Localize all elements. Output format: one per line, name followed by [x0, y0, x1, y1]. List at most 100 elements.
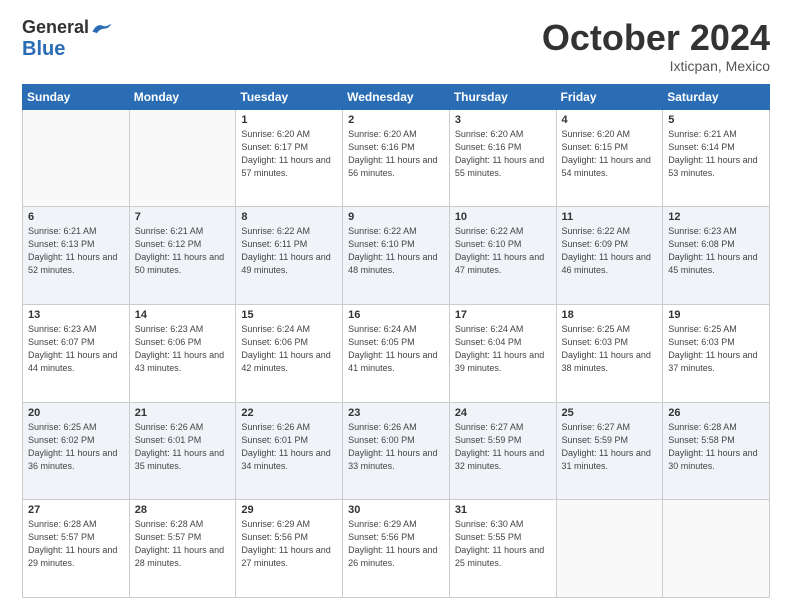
day-info: Sunrise: 6:22 AM Sunset: 6:10 PM Dayligh…	[348, 225, 444, 277]
day-info: Sunrise: 6:30 AM Sunset: 5:55 PM Dayligh…	[455, 518, 551, 570]
day-info: Sunrise: 6:22 AM Sunset: 6:09 PM Dayligh…	[562, 225, 658, 277]
calendar-day: 17Sunrise: 6:24 AM Sunset: 6:04 PM Dayli…	[449, 304, 556, 402]
calendar-day: 24 Sunrise: 6:27 AM Sunset: 5:59 PM Dayli…	[449, 402, 556, 500]
header: General Blue October 2024 Ixticpan, Mexi…	[22, 18, 770, 74]
calendar-day: 30 Sunrise: 6:29 AM Sunset: 5:56 PM Dayli…	[343, 500, 450, 598]
day-info: Sunrise: 6:23 AM Sunset: 6:06 PM Dayligh…	[135, 323, 231, 375]
col-wednesday: Wednesday	[343, 84, 450, 109]
calendar-day: 22Sunrise: 6:26 AM Sunset: 6:01 PM Dayli…	[236, 402, 343, 500]
col-tuesday: Tuesday	[236, 84, 343, 109]
day-number: 9	[348, 211, 444, 223]
day-number: 3	[455, 114, 551, 126]
day-number: 24	[455, 407, 551, 419]
calendar-day: 13 Sunrise: 6:23 AM Sunset: 6:07 PM Dayli…	[23, 304, 130, 402]
day-info: Sunrise: 6:21 AM Sunset: 6:14 PM Dayligh…	[668, 128, 764, 180]
calendar-day: 10 Sunrise: 6:22 AM Sunset: 6:10 PM Dayli…	[449, 207, 556, 305]
calendar-day: 15 Sunrise: 6:24 AM Sunset: 6:06 PM Dayli…	[236, 304, 343, 402]
day-info: Sunrise: 6:20 AM Sunset: 6:15 PM Dayligh…	[562, 128, 658, 180]
day-info: Sunrise: 6:20 AM Sunset: 6:17 PM Dayligh…	[241, 128, 337, 180]
day-info: Sunrise: 6:29 AM Sunset: 5:56 PM Dayligh…	[348, 518, 444, 570]
calendar-day: 8Sunrise: 6:22 AM Sunset: 6:11 PM Daylig…	[236, 207, 343, 305]
day-info: Sunrise: 6:24 AM Sunset: 6:05 PM Dayligh…	[348, 323, 444, 375]
calendar-day	[663, 500, 770, 598]
calendar-day: 29 Sunrise: 6:29 AM Sunset: 5:56 PM Dayli…	[236, 500, 343, 598]
day-info: Sunrise: 6:28 AM Sunset: 5:57 PM Dayligh…	[28, 518, 124, 570]
logo-text: General	[22, 18, 113, 38]
calendar-day: 7 Sunrise: 6:21 AM Sunset: 6:12 PM Daylig…	[129, 207, 236, 305]
calendar-day	[556, 500, 663, 598]
calendar-day: 21 Sunrise: 6:26 AM Sunset: 6:01 PM Dayli…	[129, 402, 236, 500]
calendar-week-row: 20 Sunrise: 6:25 AM Sunset: 6:02 PM Dayli…	[23, 402, 770, 500]
day-number: 7	[135, 211, 231, 223]
calendar-day: 16 Sunrise: 6:24 AM Sunset: 6:05 PM Dayli…	[343, 304, 450, 402]
calendar-day: 14 Sunrise: 6:23 AM Sunset: 6:06 PM Dayli…	[129, 304, 236, 402]
day-number: 31	[455, 504, 551, 516]
calendar-day: 18Sunrise: 6:25 AM Sunset: 6:03 PM Dayli…	[556, 304, 663, 402]
day-number: 21	[135, 407, 231, 419]
day-number: 19	[668, 309, 764, 321]
calendar-day: 19 Sunrise: 6:25 AM Sunset: 6:03 PM Dayli…	[663, 304, 770, 402]
col-saturday: Saturday	[663, 84, 770, 109]
calendar-day: 6 Sunrise: 6:21 AM Sunset: 6:13 PM Daylig…	[23, 207, 130, 305]
day-number: 30	[348, 504, 444, 516]
location: Ixticpan, Mexico	[542, 58, 770, 74]
title-block: October 2024 Ixticpan, Mexico	[542, 18, 770, 74]
day-info: Sunrise: 6:24 AM Sunset: 6:06 PM Dayligh…	[241, 323, 337, 375]
calendar-day: 3 Sunrise: 6:20 AM Sunset: 6:16 PM Daylig…	[449, 109, 556, 207]
day-number: 10	[455, 211, 551, 223]
calendar-day: 4Sunrise: 6:20 AM Sunset: 6:15 PM Daylig…	[556, 109, 663, 207]
col-thursday: Thursday	[449, 84, 556, 109]
calendar-day: 27 Sunrise: 6:28 AM Sunset: 5:57 PM Dayli…	[23, 500, 130, 598]
day-info: Sunrise: 6:25 AM Sunset: 6:02 PM Dayligh…	[28, 421, 124, 473]
day-number: 20	[28, 407, 124, 419]
day-number: 5	[668, 114, 764, 126]
day-info: Sunrise: 6:23 AM Sunset: 6:07 PM Dayligh…	[28, 323, 124, 375]
col-monday: Monday	[129, 84, 236, 109]
logo-bird-icon	[91, 21, 113, 35]
day-number: 12	[668, 211, 764, 223]
day-info: Sunrise: 6:28 AM Sunset: 5:58 PM Dayligh…	[668, 421, 764, 473]
day-info: Sunrise: 6:21 AM Sunset: 6:12 PM Dayligh…	[135, 225, 231, 277]
logo: General Blue	[22, 18, 113, 60]
calendar-day: 23 Sunrise: 6:26 AM Sunset: 6:00 PM Dayli…	[343, 402, 450, 500]
day-number: 16	[348, 309, 444, 321]
day-number: 15	[241, 309, 337, 321]
day-info: Sunrise: 6:27 AM Sunset: 5:59 PM Dayligh…	[455, 421, 551, 473]
day-info: Sunrise: 6:20 AM Sunset: 6:16 PM Dayligh…	[455, 128, 551, 180]
day-info: Sunrise: 6:25 AM Sunset: 6:03 PM Dayligh…	[562, 323, 658, 375]
day-info: Sunrise: 6:27 AM Sunset: 5:59 PM Dayligh…	[562, 421, 658, 473]
calendar-table: Sunday Monday Tuesday Wednesday Thursday…	[22, 84, 770, 598]
day-number: 6	[28, 211, 124, 223]
day-number: 13	[28, 309, 124, 321]
day-info: Sunrise: 6:24 AM Sunset: 6:04 PM Dayligh…	[455, 323, 551, 375]
day-info: Sunrise: 6:29 AM Sunset: 5:56 PM Dayligh…	[241, 518, 337, 570]
day-number: 11	[562, 211, 658, 223]
calendar-header-row: Sunday Monday Tuesday Wednesday Thursday…	[23, 84, 770, 109]
logo-general: General	[22, 17, 89, 37]
calendar-day: 26 Sunrise: 6:28 AM Sunset: 5:58 PM Dayli…	[663, 402, 770, 500]
calendar-day	[129, 109, 236, 207]
day-info: Sunrise: 6:26 AM Sunset: 6:01 PM Dayligh…	[135, 421, 231, 473]
calendar-day: 12Sunrise: 6:23 AM Sunset: 6:08 PM Dayli…	[663, 207, 770, 305]
day-info: Sunrise: 6:28 AM Sunset: 5:57 PM Dayligh…	[135, 518, 231, 570]
day-info: Sunrise: 6:22 AM Sunset: 6:10 PM Dayligh…	[455, 225, 551, 277]
day-number: 23	[348, 407, 444, 419]
calendar-week-row: 1Sunrise: 6:20 AM Sunset: 6:17 PM Daylig…	[23, 109, 770, 207]
day-info: Sunrise: 6:25 AM Sunset: 6:03 PM Dayligh…	[668, 323, 764, 375]
day-info: Sunrise: 6:21 AM Sunset: 6:13 PM Dayligh…	[28, 225, 124, 277]
calendar-day: 11 Sunrise: 6:22 AM Sunset: 6:09 PM Dayli…	[556, 207, 663, 305]
day-info: Sunrise: 6:26 AM Sunset: 6:00 PM Dayligh…	[348, 421, 444, 473]
calendar-day: 5 Sunrise: 6:21 AM Sunset: 6:14 PM Daylig…	[663, 109, 770, 207]
calendar-day: 25Sunrise: 6:27 AM Sunset: 5:59 PM Dayli…	[556, 402, 663, 500]
calendar-day: 2 Sunrise: 6:20 AM Sunset: 6:16 PM Daylig…	[343, 109, 450, 207]
day-number: 29	[241, 504, 337, 516]
day-number: 2	[348, 114, 444, 126]
day-number: 26	[668, 407, 764, 419]
day-info: Sunrise: 6:20 AM Sunset: 6:16 PM Dayligh…	[348, 128, 444, 180]
calendar-week-row: 27 Sunrise: 6:28 AM Sunset: 5:57 PM Dayli…	[23, 500, 770, 598]
day-number: 14	[135, 309, 231, 321]
logo-blue: Blue	[22, 38, 65, 60]
col-sunday: Sunday	[23, 84, 130, 109]
day-number: 27	[28, 504, 124, 516]
month-title: October 2024	[542, 18, 770, 58]
